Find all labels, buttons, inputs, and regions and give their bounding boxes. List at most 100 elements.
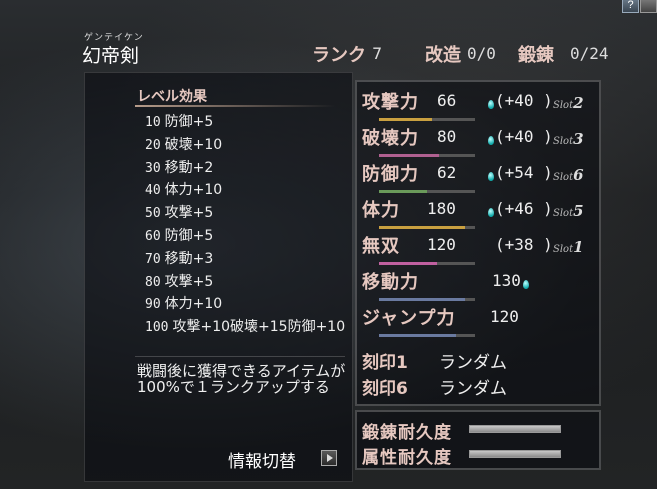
stat-row: 攻撃力 66 (+40 ) Slot2 xyxy=(357,88,603,124)
level-effects-list: 10 防御+5 20 破壊+10 30 移動+2 40 体力+10 50 攻撃+5 60 防御+5 70… xyxy=(145,111,345,339)
stat-bonus: (+54 ) xyxy=(495,163,553,182)
level-effect-text: 体力+10 xyxy=(164,296,223,313)
stat-row: 体力 180 (+46 ) Slot5 xyxy=(357,196,603,232)
slot-prefix: Slot xyxy=(553,100,574,111)
level-effect-row: 50 攻撃+5 xyxy=(145,202,345,225)
slot-number: 6 xyxy=(573,166,584,184)
level-number: 50 xyxy=(145,206,161,222)
engrave-value: ランダム xyxy=(439,379,507,399)
kaizo-value: 0/0 xyxy=(467,44,496,63)
level-number: 70 xyxy=(145,251,161,267)
durability-label: 属性耐久度 xyxy=(362,448,452,468)
slot-badge: Slot1 xyxy=(553,238,584,256)
stat-value: 62 xyxy=(437,163,457,182)
gem-icon xyxy=(488,172,494,181)
durability-bar-fill xyxy=(470,451,560,457)
stat-label: 攻撃力 xyxy=(362,92,419,113)
stat-row: ジャンプ力 120 xyxy=(357,304,603,340)
level-effect-row: 70 移動+3 xyxy=(145,248,345,271)
level-number: 80 xyxy=(145,274,161,290)
help-button[interactable]: ? xyxy=(622,0,639,13)
level-effect-text: 防御+5 xyxy=(164,114,214,130)
title-underline xyxy=(135,105,335,107)
kaizo-label: 改造 xyxy=(425,45,461,66)
stat-value: 120 xyxy=(427,235,456,254)
slot-prefix: Slot xyxy=(553,172,574,183)
level-effect-row: 10 防御+5 xyxy=(145,111,345,134)
slot-number: 3 xyxy=(573,130,584,148)
stat-label: 体力 xyxy=(362,200,400,221)
durability-bar xyxy=(469,425,561,433)
stats-panel: 攻撃力 66 (+40 ) Slot2 破壊力 80 (+40 ) Slot3 防御力 62 (+5… xyxy=(355,80,601,406)
slot-prefix: Slot xyxy=(553,136,574,147)
engrave-label: 刻印6 xyxy=(362,379,408,399)
rank-effect-description: 戦闘後に獲得できるアイテムが100%で１ランクアップする xyxy=(137,362,346,396)
level-number: 20 xyxy=(145,137,161,153)
stat-bar-fill xyxy=(379,226,466,229)
durability-label: 鍛錬耐久度 xyxy=(362,423,452,443)
info-toggle-arrow-icon[interactable] xyxy=(321,450,337,466)
stat-row: 破壊力 80 (+40 ) Slot3 xyxy=(357,124,603,160)
level-effects-title: レベル効果 xyxy=(137,89,207,105)
stat-bar xyxy=(379,298,475,301)
stat-label: ジャンプ力 xyxy=(362,308,456,329)
stat-value: 66 xyxy=(437,91,457,110)
slot-badge: Slot2 xyxy=(553,94,584,112)
stat-bar-fill xyxy=(379,190,427,193)
close-button[interactable] xyxy=(640,0,657,13)
level-effect-row: 90 体力+10 xyxy=(145,293,345,316)
level-effects-panel: レベル効果 10 防御+5 20 破壊+10 30 移動+2 40 体力+10 50 攻撃+5 60… xyxy=(84,72,353,482)
stat-label: 破壊力 xyxy=(362,128,419,149)
level-number: 40 xyxy=(145,183,161,199)
gem-icon xyxy=(488,100,494,109)
gem-icon xyxy=(523,280,529,289)
slot-badge: Slot3 xyxy=(553,130,584,148)
tanren-label: 鍛錬 xyxy=(518,45,554,66)
stat-bar-fill xyxy=(379,262,437,265)
level-effect-row: 60 防御+5 xyxy=(145,225,345,248)
rank-label: ランク xyxy=(312,45,366,66)
stat-value: 120 xyxy=(490,307,519,326)
level-number: 90 xyxy=(145,297,161,313)
stat-bar xyxy=(379,154,475,157)
stat-label: 移動力 xyxy=(362,272,419,293)
stat-bonus: (+40 ) xyxy=(495,127,553,146)
slot-badge: Slot5 xyxy=(553,202,584,220)
level-effect-text: 移動+2 xyxy=(164,159,214,176)
stat-row: 防御力 62 (+54 ) Slot6 xyxy=(357,160,603,196)
slot-number: 1 xyxy=(573,238,584,256)
level-effect-row: 100 攻撃+10破壊+15防御+10 xyxy=(145,316,345,339)
slot-prefix: Slot xyxy=(553,208,574,219)
level-effect-row: 40 体力+10 xyxy=(145,179,345,202)
stat-bonus: (+40 ) xyxy=(495,91,553,110)
stat-bar xyxy=(379,334,475,337)
slot-prefix: Slot xyxy=(553,244,574,255)
durability-panel: 鍛錬耐久度属性耐久度 xyxy=(355,410,601,470)
level-number: 30 xyxy=(145,160,161,176)
rank-value: 7 xyxy=(372,44,383,63)
stat-bonus: (+38 ) xyxy=(495,235,553,254)
stat-bar-fill xyxy=(379,118,432,121)
slot-number: 2 xyxy=(573,94,584,112)
gem-icon xyxy=(488,208,494,217)
info-toggle-label[interactable]: 情報切替 xyxy=(228,447,296,472)
stat-bar xyxy=(379,118,475,121)
level-number: 100 xyxy=(145,320,169,336)
durability-bar-fill xyxy=(470,426,560,432)
slot-number: 5 xyxy=(573,202,584,220)
engrave-value: ランダム xyxy=(439,353,507,373)
level-effect-text: 攻撃+5 xyxy=(164,273,214,290)
level-effect-text: 体力+10 xyxy=(164,182,223,199)
level-effect-text: 破壊+10 xyxy=(164,136,223,153)
level-effect-text: 移動+3 xyxy=(164,250,214,267)
gem-icon xyxy=(488,136,494,145)
stat-row: 移動力 130 xyxy=(357,268,603,304)
divider xyxy=(135,356,345,357)
stat-bar xyxy=(379,190,475,193)
level-effect-text: 攻撃+5 xyxy=(164,205,214,222)
weapon-name: 幻帝剣 xyxy=(82,45,140,67)
stat-bar xyxy=(379,262,475,265)
level-effect-row: 20 破壊+10 xyxy=(145,134,345,157)
stat-row: 無双 120 (+38 ) Slot1 xyxy=(357,232,603,268)
stat-bar-fill xyxy=(379,154,439,157)
